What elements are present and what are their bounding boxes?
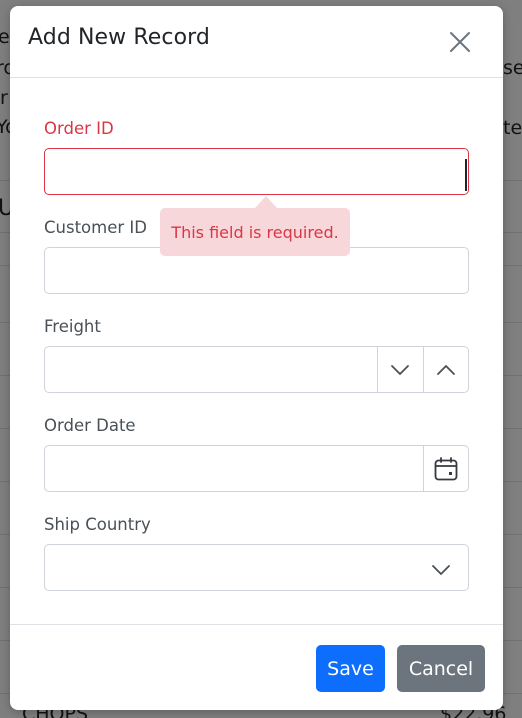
ship-country-select[interactable] — [44, 544, 469, 591]
error-tooltip: This field is required. — [160, 208, 350, 256]
freight-decrement-button[interactable] — [377, 347, 422, 392]
chevron-down-icon — [391, 364, 409, 375]
chevron-up-icon — [437, 364, 455, 375]
text-cursor — [465, 159, 467, 191]
calendar-icon — [434, 456, 458, 480]
error-tooltip-arrow — [255, 196, 277, 208]
freight-numeric-input — [44, 346, 469, 393]
order-id-label: Order ID — [44, 119, 114, 138]
ship-country-label: Ship Country — [44, 515, 151, 534]
dialog-title: Add New Record — [28, 25, 210, 50]
cancel-button[interactable]: Cancel — [397, 645, 485, 692]
freight-increment-button[interactable] — [423, 347, 468, 392]
add-record-dialog: Add New Record Order ID Customer ID This… — [10, 6, 503, 710]
customer-id-label: Customer ID — [44, 218, 147, 237]
close-button[interactable] — [446, 28, 474, 56]
save-button[interactable]: Save — [316, 645, 385, 692]
dropdown-toggle[interactable] — [431, 561, 451, 580]
chevron-down-icon — [432, 565, 450, 575]
date-picker-button[interactable] — [423, 446, 468, 491]
dialog-header: Add New Record — [10, 6, 503, 78]
order-id-input[interactable] — [44, 148, 469, 195]
freight-input[interactable] — [45, 347, 377, 392]
order-date-input[interactable] — [45, 446, 423, 491]
freight-label: Freight — [44, 317, 101, 336]
close-icon — [450, 32, 470, 52]
order-date-picker — [44, 445, 469, 492]
order-date-label: Order Date — [44, 416, 136, 435]
dialog-footer: Save Cancel — [10, 624, 503, 710]
